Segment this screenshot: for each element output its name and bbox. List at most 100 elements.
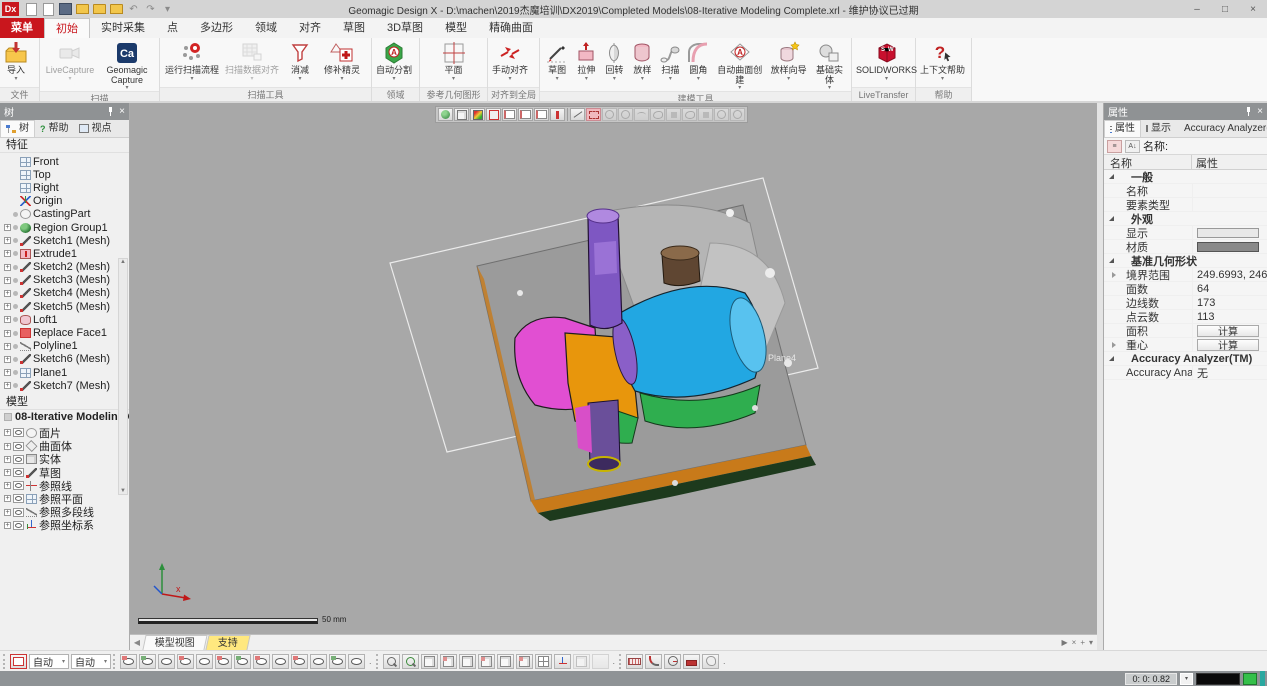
sketch-button[interactable]: 草图 ▾ xyxy=(542,39,572,91)
tab-region[interactable]: 领域 xyxy=(244,18,288,38)
display-mode-icon[interactable] xyxy=(470,108,485,121)
show-surface-toggle[interactable] xyxy=(177,654,194,669)
selection-filter-icon[interactable] xyxy=(10,654,27,669)
import-file-icon[interactable] xyxy=(42,3,55,15)
tree-item-sketch3[interactable]: +Sketch3 (Mesh) xyxy=(4,274,117,287)
tree-item-origin[interactable]: Origin xyxy=(4,195,117,208)
tree-item-top[interactable]: Top xyxy=(4,168,117,181)
healing-wizard-button[interactable]: 修补精灵 ▾ xyxy=(318,39,366,87)
base-solid-button[interactable]: 基础实体 ▾ xyxy=(810,39,849,91)
show-all-toggle[interactable] xyxy=(348,654,365,669)
view-orientation-icon[interactable] xyxy=(438,108,453,121)
select-paint-icon[interactable] xyxy=(666,108,681,121)
visibility-icon[interactable] xyxy=(13,508,24,517)
zoom-fit-icon[interactable] xyxy=(383,654,400,669)
view-right-icon[interactable] xyxy=(478,654,495,669)
show-mesh-toggle[interactable] xyxy=(120,654,137,669)
move-model-icon[interactable] xyxy=(550,108,565,121)
measure-deviation-icon[interactable] xyxy=(683,654,700,669)
show-polyline-toggle[interactable] xyxy=(272,654,289,669)
model-item-ref-csys[interactable]: +参照坐标系 xyxy=(4,519,117,532)
tree-item-sketch7[interactable]: +Sketch7 (Mesh) xyxy=(4,379,117,392)
open-recent-icon[interactable] xyxy=(93,3,106,15)
show-measurement-toggle[interactable] xyxy=(310,654,327,669)
select-circle-icon[interactable] xyxy=(602,108,617,121)
tab-live-capture[interactable]: 实时采集 xyxy=(90,18,156,38)
3d-viewport[interactable]: Plane4 x 50 mm xyxy=(130,103,1097,634)
select-spline-icon[interactable] xyxy=(634,108,649,121)
tab-menu[interactable]: 菜单 xyxy=(0,18,44,38)
prop-row-centroid[interactable]: 重心计算 xyxy=(1104,338,1267,352)
tree-item-sketch2[interactable]: +Sketch2 (Mesh) xyxy=(4,261,117,274)
tab-model-view[interactable]: 模型视图 xyxy=(142,635,207,650)
tab-tree[interactable]: 树 xyxy=(0,120,35,137)
select-ellipse-icon[interactable] xyxy=(618,108,633,121)
show-sketch-toggle[interactable] xyxy=(215,654,232,669)
tree-item-replace-face1[interactable]: +Replace Face1 xyxy=(4,326,117,339)
context-help-button[interactable]: ? 上下文帮助 ▾ xyxy=(918,39,967,87)
show-curve-toggle[interactable] xyxy=(291,654,308,669)
tree-item-sketch1[interactable]: +Sketch1 (Mesh) xyxy=(4,234,117,247)
tab-support[interactable]: 支持 xyxy=(205,635,250,650)
snap-mode-combo[interactable]: 自动▾ xyxy=(71,654,111,669)
visibility-icon[interactable] xyxy=(13,494,24,503)
fillet-button[interactable]: 圆角 ▾ xyxy=(684,39,712,91)
tab-point[interactable]: 点 xyxy=(156,18,189,38)
pin-icon[interactable] xyxy=(1245,107,1252,116)
sort-az-button[interactable]: A↓ xyxy=(1125,140,1140,153)
visibility-icon[interactable] xyxy=(13,455,24,464)
select-line-icon[interactable] xyxy=(570,108,585,121)
measure-section-icon[interactable] xyxy=(702,654,719,669)
loft-wizard-button[interactable]: 放样向导 ▾ xyxy=(767,39,810,91)
auto-segment-button[interactable]: A 自动分割 ▾ xyxy=(374,39,414,87)
display-swatch[interactable] xyxy=(1197,228,1259,238)
visibility-icon[interactable] xyxy=(13,428,24,437)
view-back-icon[interactable] xyxy=(440,654,457,669)
measure-radius-icon[interactable] xyxy=(664,654,681,669)
run-scan-process-button[interactable]: 运行扫描流程 ▾ xyxy=(162,39,222,87)
select-lasso-icon[interactable] xyxy=(650,108,665,121)
extrude-button[interactable]: 拉伸 ▾ xyxy=(572,39,600,91)
tab-scroll-right-icon[interactable]: ▶ xyxy=(1061,635,1067,650)
expand-arrow-icon[interactable] xyxy=(1112,272,1116,278)
tab-sketch[interactable]: 草图 xyxy=(332,18,376,38)
show-3d-sketch-toggle[interactable] xyxy=(234,654,251,669)
measure-angle-icon[interactable] xyxy=(645,654,662,669)
viewpoint-cube-icon[interactable] xyxy=(454,108,469,121)
tree-item-right[interactable]: Right xyxy=(4,181,117,194)
save-icon[interactable] xyxy=(59,3,72,15)
zoom-area-icon[interactable] xyxy=(402,654,419,669)
prop-row-accuracy[interactable]: Accuracy Ana...无 xyxy=(1104,366,1267,380)
tab-list-caret-icon[interactable]: ▾ xyxy=(1089,635,1093,650)
section-plane-icon[interactable] xyxy=(502,108,517,121)
scroll-up-icon[interactable]: ▲ xyxy=(120,259,126,265)
column-name[interactable]: 名称 xyxy=(1104,155,1192,169)
tree-item-loft1[interactable]: +Loft1 xyxy=(4,313,117,326)
tab-polygon[interactable]: 多边形 xyxy=(189,18,244,38)
calculate-area-button[interactable]: 计算 xyxy=(1197,325,1259,337)
tab-model[interactable]: 模型 xyxy=(434,18,478,38)
view-left-icon[interactable] xyxy=(459,654,476,669)
select-eraser-icon[interactable] xyxy=(698,108,713,121)
view-iso-icon[interactable] xyxy=(535,654,552,669)
tab-initial[interactable]: 初始 xyxy=(44,18,90,38)
close-icon[interactable]: × xyxy=(119,107,125,117)
section-view-icon[interactable] xyxy=(518,108,533,121)
loft-button[interactable]: 放样 ▾ xyxy=(628,39,656,91)
plane-button[interactable]: 平面 ▾ xyxy=(440,39,468,87)
view-top-icon[interactable] xyxy=(497,654,514,669)
model-root-item[interactable]: 08-Iterative Modeling Compl xyxy=(0,410,129,424)
visibility-icon[interactable] xyxy=(13,481,24,490)
tab-accuracy-analyzer[interactable]: Accuracy Analyzer(... xyxy=(1176,120,1267,137)
column-value[interactable]: 属性 xyxy=(1192,155,1267,169)
visibility-overflow-icon[interactable]: . xyxy=(367,656,374,666)
tree-item-extrude1[interactable]: +Extrude1 xyxy=(4,247,117,260)
model-item-ref-polyline[interactable]: +参照多段线 xyxy=(4,506,117,519)
show-region-toggle[interactable] xyxy=(139,654,156,669)
sweep-button[interactable]: 扫描 ▾ xyxy=(656,39,684,91)
quick-access-caret-icon[interactable]: ▾ xyxy=(161,3,174,15)
restore-button[interactable]: □ xyxy=(1211,0,1239,18)
tree-item-plane1[interactable]: +Plane1 xyxy=(4,366,117,379)
tree-item-sketch5[interactable]: +Sketch5 (Mesh) xyxy=(4,300,117,313)
tab-properties[interactable]: 属性 xyxy=(1104,120,1141,137)
